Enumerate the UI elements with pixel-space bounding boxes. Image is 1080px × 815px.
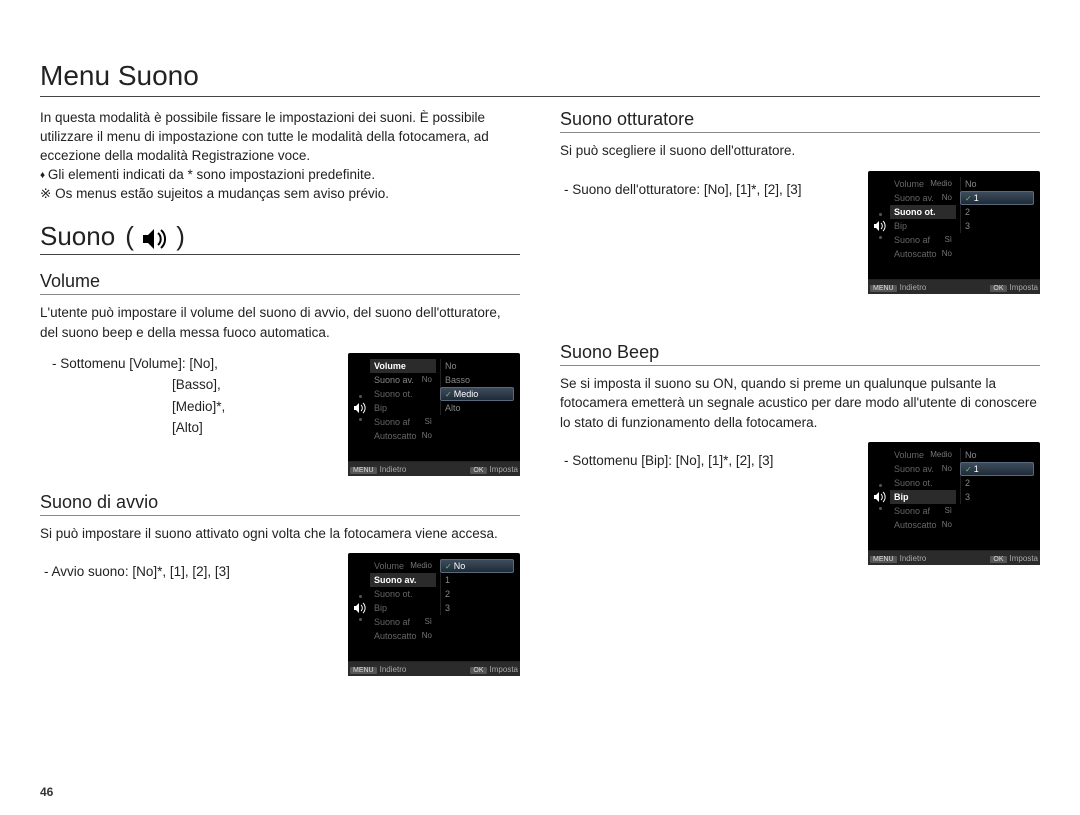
section-suono-title: Suono ( ): [40, 221, 520, 255]
lcd-ok[interactable]: OKImposta: [990, 283, 1038, 292]
otturatore-submenu: Suono dell'otturatore: [No], [1]*, [2], …: [560, 179, 850, 201]
avvio-submenu: Avvio suono: [No]*, [1], [2], [3]: [40, 561, 330, 583]
page-number: 46: [40, 785, 53, 799]
lcd-back[interactable]: MENUIndietro: [870, 283, 926, 292]
lcd-menu-item[interactable]: Bip: [890, 490, 956, 504]
speaker-icon: [353, 402, 367, 414]
lcd-option[interactable]: 3: [440, 601, 514, 615]
speaker-icon: [873, 491, 887, 503]
lcd-menu-item[interactable]: Volume: [370, 359, 436, 373]
lcd-beep: VolumeMedio Suono av.No Suono ot. Bip Su…: [868, 442, 1040, 565]
lcd-menu-item[interactable]: Suono av.: [370, 573, 436, 587]
lcd-volume: Volume Suono av.No Suono ot. Bip Suono a…: [348, 353, 520, 476]
beep-title: Suono Beep: [560, 342, 1040, 366]
lcd-menu-item[interactable]: Bip: [370, 601, 436, 615]
lcd-option[interactable]: 1: [440, 573, 514, 587]
lcd-option[interactable]: 1: [960, 462, 1034, 476]
lcd-option[interactable]: No: [440, 359, 514, 373]
lcd-option[interactable]: Alto: [440, 401, 514, 415]
lcd-option[interactable]: No: [440, 559, 514, 573]
intro-note: Os menus estão sujeitos a mudanças sem a…: [40, 185, 520, 204]
lcd-option[interactable]: Medio: [440, 387, 514, 401]
lcd-menu-item[interactable]: Suono afSì: [370, 615, 436, 629]
lcd-option[interactable]: 1: [960, 191, 1034, 205]
section-suono-paren: ( ): [125, 221, 185, 252]
lcd-menu-item[interactable]: AutoscattoNo: [370, 429, 436, 443]
volume-desc: L'utente può impostare il volume del suo…: [40, 303, 520, 342]
speaker-icon: [873, 220, 887, 232]
lcd-menu-item[interactable]: AutoscattoNo: [890, 247, 956, 261]
lcd-back[interactable]: MENUIndietro: [350, 465, 406, 474]
beep-submenu: Sottomenu [Bip]: [No], [1]*, [2], [3]: [560, 450, 850, 472]
lcd-ok[interactable]: OKImposta: [990, 554, 1038, 563]
page-title: Menu Suono: [40, 60, 1040, 97]
lcd-option[interactable]: 2: [960, 476, 1034, 490]
speaker-icon: [353, 602, 367, 614]
lcd-menu-item[interactable]: Suono ot.: [890, 476, 956, 490]
section-suono-label: Suono: [40, 221, 115, 252]
intro-paragraph: In questa modalità è possibile fissare l…: [40, 109, 520, 166]
lcd-menu-item[interactable]: AutoscattoNo: [370, 629, 436, 643]
lcd-ok[interactable]: OKImposta: [470, 465, 518, 474]
lcd-option[interactable]: No: [960, 177, 1034, 191]
lcd-avvio: VolumeMedio Suono av. Suono ot. Bip Suon…: [348, 553, 520, 676]
beep-desc: Se si imposta il suono su ON, quando si …: [560, 374, 1040, 433]
lcd-menu-item[interactable]: Suono afSì: [890, 233, 956, 247]
lcd-menu-item[interactable]: Suono av.No: [890, 462, 956, 476]
volume-submenu: Sottomenu [Volume]: [No], [Basso], [Medi…: [40, 353, 330, 439]
avvio-title: Suono di avvio: [40, 492, 520, 516]
intro-bullet: Gli elementi indicati da * sono impostaz…: [40, 166, 520, 185]
sound-icon: [141, 227, 169, 251]
avvio-desc: Si può impostare il suono attivato ogni …: [40, 524, 520, 544]
otturatore-title: Suono otturatore: [560, 109, 1040, 133]
lcd-menu-item[interactable]: VolumeMedio: [890, 177, 956, 191]
lcd-menu-item[interactable]: Suono av.No: [890, 191, 956, 205]
lcd-option[interactable]: 2: [960, 205, 1034, 219]
lcd-menu-item[interactable]: Suono afSì: [370, 415, 436, 429]
lcd-otturatore: VolumeMedio Suono av.No Suono ot. Bip Su…: [868, 171, 1040, 294]
lcd-menu-item[interactable]: VolumeMedio: [370, 559, 436, 573]
lcd-option[interactable]: 3: [960, 490, 1034, 504]
lcd-menu-item[interactable]: AutoscattoNo: [890, 518, 956, 532]
lcd-ok[interactable]: OKImposta: [470, 665, 518, 674]
lcd-back[interactable]: MENUIndietro: [350, 665, 406, 674]
lcd-menu-item[interactable]: Bip: [890, 219, 956, 233]
lcd-menu-item[interactable]: VolumeMedio: [890, 448, 956, 462]
lcd-option[interactable]: No: [960, 448, 1034, 462]
lcd-menu-item[interactable]: Bip: [370, 401, 436, 415]
lcd-option[interactable]: 2: [440, 587, 514, 601]
lcd-option[interactable]: 3: [960, 219, 1034, 233]
lcd-menu-item[interactable]: Suono ot.: [370, 587, 436, 601]
right-column: Suono otturatore Si può scegliere il suo…: [560, 109, 1040, 676]
lcd-menu-item[interactable]: Suono afSì: [890, 504, 956, 518]
volume-title: Volume: [40, 271, 520, 295]
intro-block: In questa modalità è possibile fissare l…: [40, 109, 520, 203]
lcd-back[interactable]: MENUIndietro: [870, 554, 926, 563]
lcd-menu-item[interactable]: Suono ot.: [890, 205, 956, 219]
lcd-menu-item[interactable]: Suono av.No: [370, 373, 436, 387]
lcd-menu-item[interactable]: Suono ot.: [370, 387, 436, 401]
otturatore-desc: Si può scegliere il suono dell'otturator…: [560, 141, 1040, 161]
left-column: In questa modalità è possibile fissare l…: [40, 109, 520, 676]
lcd-option[interactable]: Basso: [440, 373, 514, 387]
